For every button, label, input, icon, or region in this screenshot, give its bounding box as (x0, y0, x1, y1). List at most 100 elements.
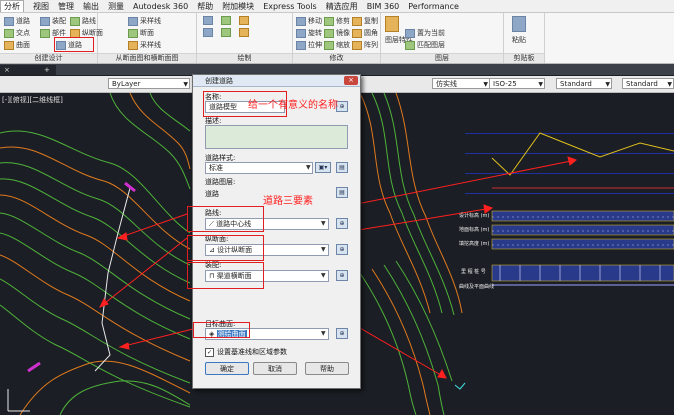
description-field[interactable] (205, 125, 348, 149)
menu-item-10[interactable]: BIM 360 (367, 2, 400, 11)
modify-stretch[interactable]: 拉伸 (296, 40, 322, 50)
layer-browse-button[interactable]: ▤ (336, 187, 348, 198)
panel-title: 剪贴板 (504, 53, 544, 63)
modify-move[interactable]: 移动 (296, 16, 322, 26)
modify-rotate[interactable]: 旋转 (296, 28, 322, 38)
sample-line-icon (128, 16, 138, 26)
ribbon-btn-10[interactable]: 采样线 (128, 40, 161, 50)
ribbon-btn-3[interactable]: 曲面 (4, 40, 30, 50)
mirror-icon (324, 28, 334, 38)
chevron-down-icon: ▼ (321, 272, 326, 279)
new-tab-button[interactable]: + (40, 65, 56, 75)
dimstyle-combo[interactable]: ISO-25 ▼ (489, 78, 545, 89)
menu-item-0[interactable]: 分析 (0, 0, 24, 12)
highlight-target-surface (193, 322, 250, 338)
menu-item-3[interactable]: 输出 (83, 1, 99, 12)
cancel-button[interactable]: 取消 (253, 362, 297, 375)
highlight-corridor-button (54, 37, 94, 52)
copy-icon (352, 16, 362, 26)
menu-item-6[interactable]: 帮助 (197, 1, 213, 12)
menu-item-9[interactable]: 精选应用 (326, 1, 358, 12)
close-icon[interactable]: × (344, 76, 358, 85)
ribbon-btn-1[interactable]: 道路 (4, 16, 30, 26)
fillet-icon (352, 28, 362, 38)
linetype-combo[interactable]: 仿实线 ▼ (432, 78, 490, 89)
intersection-icon (4, 28, 14, 38)
hatch-tool[interactable] (239, 28, 249, 37)
file-tab[interactable]: × (0, 65, 44, 75)
layer-current-button[interactable]: 置为当前 (405, 28, 445, 38)
style-browse-button[interactable]: ▤ (336, 162, 348, 173)
menu-item-4[interactable]: 测量 (108, 1, 124, 12)
file-tab-close-icon[interactable]: × (4, 66, 10, 74)
menu-item-7[interactable]: 附加模块 (222, 1, 254, 12)
panel-section: 采样线 断面 采样线 从断面图和横断面图 (98, 13, 197, 63)
sample-icon (128, 40, 138, 50)
line-tool[interactable] (203, 16, 213, 25)
arc-tool[interactable] (221, 16, 231, 25)
modify-trim[interactable]: 修剪 (324, 16, 350, 26)
chevron-down-icon: ▼ (306, 164, 311, 171)
hatch-icon (239, 28, 249, 37)
modify-mirror[interactable]: 镜像 (324, 28, 350, 38)
tablestyle-combo[interactable]: Standard ▼ (622, 78, 674, 89)
help-button[interactable]: 帮助 (305, 362, 349, 375)
polyline-tool[interactable] (203, 28, 213, 37)
panel-title: 图层 (381, 53, 503, 63)
modify-scale[interactable]: 缩放 (324, 40, 350, 50)
chevron-down-icon: ▼ (183, 81, 188, 88)
modify-array[interactable]: 阵列 (352, 40, 378, 50)
modify-copy[interactable]: 复制 (352, 16, 378, 26)
annotation-elements-hint: 道路三要素 (263, 196, 313, 207)
layer-label: 道路图层: (205, 178, 236, 186)
layer-match-button[interactable]: 匹配图层 (405, 40, 445, 50)
rect-tool[interactable] (221, 28, 231, 37)
menu-item-11[interactable]: Performance (408, 2, 459, 11)
panel-clipboard: 粘贴 剪贴板 (504, 13, 545, 63)
section-row-label: 地面标高 (m) (459, 227, 490, 233)
dialog-title[interactable]: 创建道路 (193, 75, 360, 87)
highlight-assembly (187, 262, 264, 289)
ribbon-btn-2[interactable]: 交点 (4, 28, 30, 38)
style-edit-button[interactable]: ▣▾ (315, 162, 331, 173)
layer-current-icon (405, 28, 415, 38)
ribbon-btn-9[interactable]: 断面 (128, 28, 154, 38)
textstyle-combo[interactable]: Standard ▼ (556, 78, 612, 89)
menu-item-8[interactable]: Express Tools (263, 2, 317, 11)
menu-item-5[interactable]: Autodesk 360 (133, 2, 188, 11)
profile-pick-button[interactable]: ⊕ (336, 244, 348, 255)
circle-tool[interactable] (239, 16, 249, 25)
ribbon-btn-8[interactable]: 采样线 (128, 16, 161, 26)
baseline-checkbox-row[interactable]: ✓ 设置基准线和区域参数 (205, 347, 287, 357)
ribbon-btn-6[interactable]: 路线 (70, 16, 96, 26)
scale-icon (324, 40, 334, 50)
chevron-down-icon: ▼ (321, 220, 326, 227)
chevron-down-icon: ▼ (667, 81, 672, 88)
menu-bar: 分析 视图 管理 输出 测量 Autodesk 360 帮助 附加模块 Express Tool… (0, 0, 674, 13)
menu-item-2[interactable]: 管理 (58, 1, 74, 12)
panel-draw: 绘制 (197, 13, 293, 63)
annotation-name-hint: 给一个有意义的名称 (248, 100, 338, 111)
trim-icon (324, 16, 334, 26)
layer-combo[interactable]: ByLayer ▼ (108, 78, 190, 89)
highlight-profile (187, 235, 264, 261)
baseline-checkbox[interactable]: ✓ (205, 347, 214, 357)
panel-create-design: 道路 交点 曲面 装配 部件 道路 路线 纵断面 创建设计 (0, 13, 103, 63)
line-icon (203, 16, 213, 25)
modify-fillet[interactable]: 圆角 (352, 28, 378, 38)
panel-title: 从断面图和横断面图 (98, 53, 196, 63)
chevron-down-icon: ▼ (538, 81, 543, 88)
ok-button[interactable]: 确定 (205, 362, 249, 375)
panel-title: 修改 (293, 53, 380, 63)
surface-icon (4, 40, 14, 50)
alignment-pick-button[interactable]: ⊕ (336, 218, 348, 229)
layer-properties-button[interactable] (385, 16, 399, 32)
menu-item-1[interactable]: 视图 (33, 1, 49, 12)
section-row-label: 设计标高 (m) (459, 213, 490, 219)
assembly-pick-button[interactable]: ⊕ (336, 270, 348, 281)
style-dropdown[interactable]: 标准 (205, 162, 313, 174)
ribbon-btn-4[interactable]: 装配 (40, 16, 66, 26)
paste-button[interactable] (512, 16, 526, 32)
viewport-label[interactable]: [-][俯视][二维线框] (2, 95, 63, 105)
target-surface-pick-button[interactable]: ⊕ (336, 328, 348, 339)
